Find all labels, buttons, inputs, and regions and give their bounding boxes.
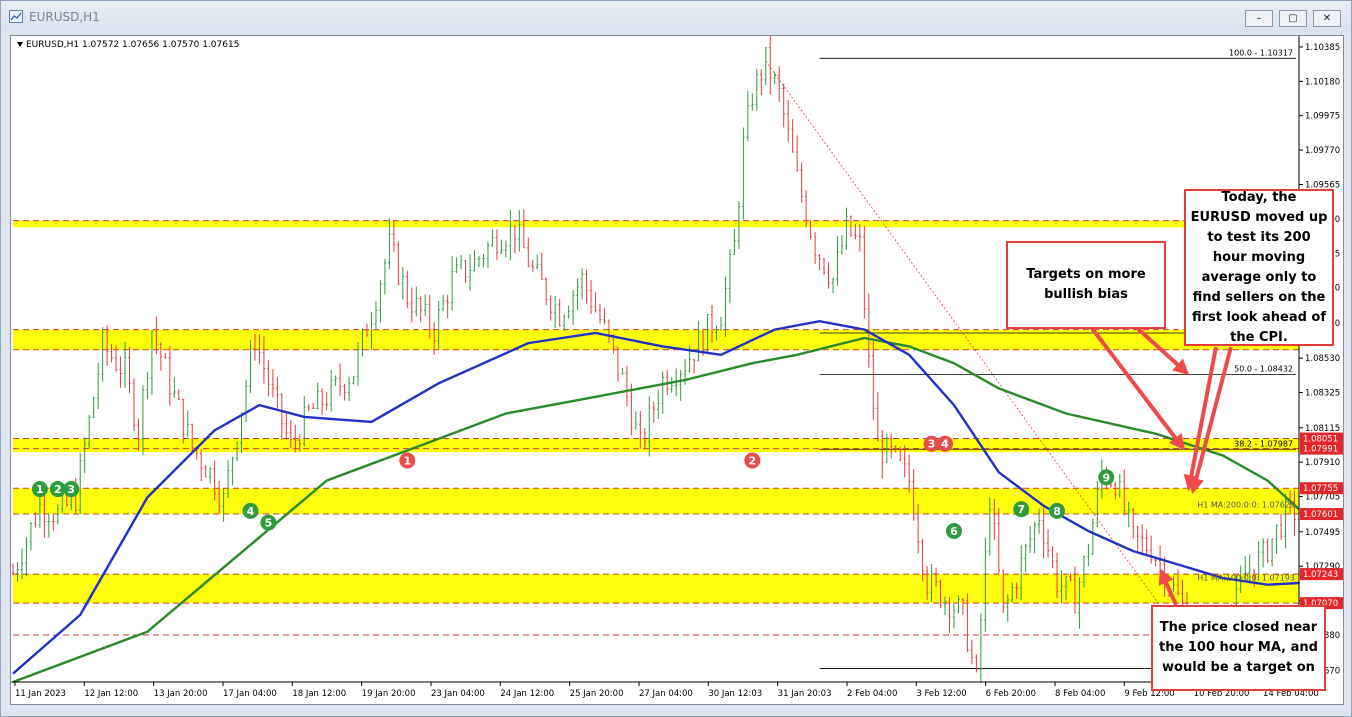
price-tick-label: 1.07910 [1305,458,1340,468]
support-resistance-zone [13,438,1299,453]
price-tick-label: 1.07495 [1305,528,1340,538]
time-tick-label: 25 Jan 20:00 [570,689,624,699]
time-tick-label: 18 Jan 12:00 [292,689,346,699]
fib-level-label: 100.0 - 1.10317 [1229,48,1293,57]
annotation-closed: The price closed near the 100 hour MA, a… [1151,605,1326,691]
wave-marker-label: 3 [928,438,936,451]
ma-label: H1 MA:200:0:0: 1.07629 [1197,500,1295,509]
wave-marker-label: 2 [749,455,757,468]
price-tick-label: 1.09975 [1305,112,1340,122]
chart-app-icon [9,10,23,23]
time-tick-label: 24 Jan 12:00 [500,689,554,699]
chart-area[interactable]: 100.0 - 1.10317 50.0 - 1.08432 38.2 - 1.07… [10,35,1344,705]
wave-marker-label: 6 [950,525,958,538]
time-tick-label: 23 Jan 04:00 [431,689,485,699]
price-chart[interactable]: 100.0 - 1.10317 50.0 - 1.08432 38.2 - 1.07… [11,36,1343,704]
support-resistance-zone [13,220,1299,228]
ma-label: H1 MA:100:0:0: 1.07193 [1197,573,1295,582]
wave-marker-label: 4 [941,438,949,451]
wave-marker-label: 3 [67,483,75,496]
annotation-targets: Targets on more bullish bias [1006,241,1166,329]
support-resistance-zone [13,488,1299,515]
price-tick-label: 1.08530 [1305,354,1340,364]
wave-marker-label: 8 [1053,505,1061,518]
time-tick-label: 13 Jan 20:00 [154,689,208,699]
wave-marker-label: 1 [403,455,411,468]
price-tick-label: 1.09770 [1305,146,1340,156]
price-label-text: 1.07991 [1303,445,1338,455]
time-tick-label: 12 Jan 12:00 [84,689,138,699]
time-tick-label: 3 Feb 12:00 [916,689,966,699]
annotation-today: Today, the EURUSD moved up to test its 2… [1184,189,1334,346]
price-tick-label: 1.10180 [1305,77,1340,87]
fib-level-label: 38.2 - 1.07987 [1234,439,1293,448]
time-tick-label: 19 Jan 20:00 [362,689,416,699]
time-tick-label: 2 Feb 04:00 [847,689,897,699]
time-tick-label: 11 Jan 2023 [15,689,66,699]
collapse-triangle-icon[interactable] [17,42,23,47]
chart-window: EURUSD,H1 – ▢ ✕ 100.0 - 1.10317 50.0 - 1.… [0,0,1352,717]
close-button[interactable]: ✕ [1313,10,1341,27]
ohlc-text: EURUSD,H1 1.07572 1.07656 1.07570 1.0761… [26,40,240,50]
wave-marker-label: 4 [247,505,255,518]
price-label-text: 1.07601 [1303,510,1338,520]
maximize-button[interactable]: ▢ [1279,10,1307,27]
wave-marker-label: 9 [1102,471,1110,484]
time-tick-label: 30 Jan 12:03 [708,689,762,699]
ohlc-readout: EURUSD,H1 1.07572 1.07656 1.07570 1.0761… [17,40,239,50]
time-tick-label: 8 Feb 04:00 [1055,689,1105,699]
support-resistance-zone [13,574,1299,604]
wave-marker-label: 1 [36,483,44,496]
wave-marker-label: 5 [265,517,273,530]
price-label-text: 1.07243 [1303,570,1338,580]
time-tick-label: 27 Jan 04:00 [639,689,693,699]
time-tick-label: 31 Jan 20:03 [778,689,832,699]
wave-marker-label: 2 [54,483,62,496]
minimize-button[interactable]: – [1245,10,1273,27]
price-label-text: 1.07755 [1303,484,1338,494]
time-tick-label: 6 Feb 20:00 [986,689,1036,699]
title-bar[interactable]: EURUSD,H1 – ▢ ✕ [1,1,1351,33]
window-title: EURUSD,H1 [29,10,100,24]
price-tick-label: 1.10385 [1305,43,1340,53]
wave-marker-label: 7 [1017,503,1025,516]
fib-level-label: 50.0 - 1.08432 [1234,365,1293,374]
time-tick-label: 17 Jan 04:00 [223,689,277,699]
price-tick-label: 1.08115 [1305,424,1340,434]
price-tick-label: 1.08325 [1305,389,1340,399]
